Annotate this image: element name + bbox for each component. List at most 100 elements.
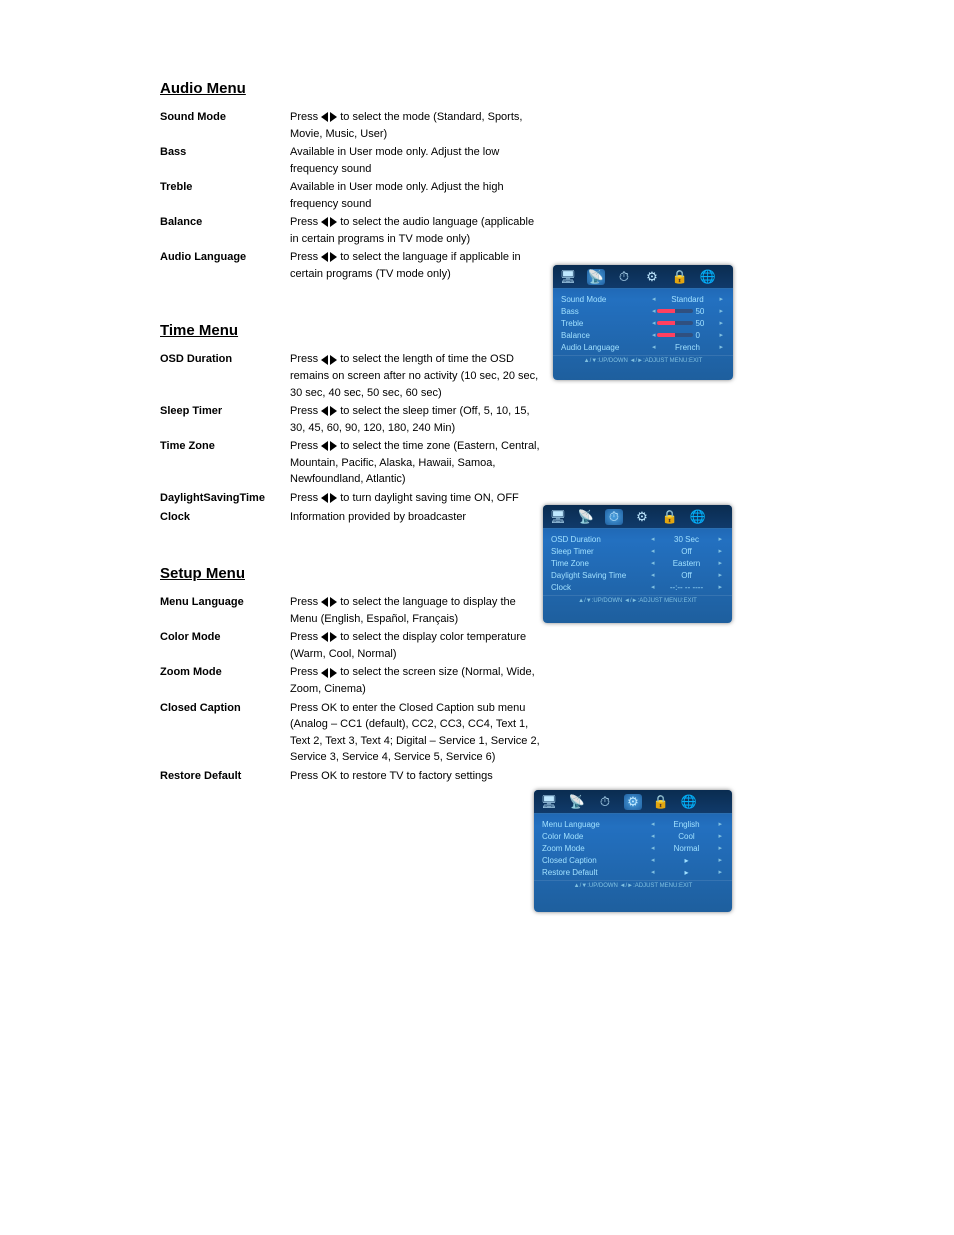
- osd-row: Daylight Saving Time◂Off▸: [551, 569, 724, 581]
- osd-row-value: --:-- -- ----: [656, 583, 716, 592]
- left-right-arrows-icon: [321, 438, 337, 455]
- left-right-arrows-icon: [321, 629, 337, 646]
- osd-row-label: Audio Language: [561, 343, 650, 352]
- right-arrow-icon: ▸: [716, 868, 724, 876]
- globe-icon: 🌐: [699, 269, 717, 285]
- osd-row-label: Bass: [561, 307, 650, 316]
- right-arrow-icon: ▸: [716, 583, 724, 591]
- menu-item-label: Sound Mode: [160, 109, 290, 142]
- left-arrow-icon: ◂: [649, 820, 657, 828]
- clock-icon: ⏱: [596, 794, 614, 810]
- clock-icon: ⏱: [605, 509, 623, 525]
- right-arrow-icon: ▸: [716, 820, 724, 828]
- left-right-arrows-icon: [321, 249, 337, 266]
- osd-row: Restore Default◂▸▸: [542, 866, 724, 878]
- left-arrow-icon: ◂: [649, 832, 657, 840]
- dish-icon: 📡: [587, 269, 605, 285]
- left-arrow-icon: ◂: [649, 868, 657, 876]
- menu-item-row: Sound ModePress to select the mode (Stan…: [160, 109, 834, 142]
- menu-section: Setup MenuMenu LanguagePress to select t…: [160, 565, 834, 784]
- menu-item-desc: Press to select the screen size (Normal,…: [290, 664, 540, 697]
- osd-row-value: ▸: [656, 868, 716, 877]
- left-right-arrows-icon: [321, 214, 337, 231]
- osd-footer: ▲/▼:UP/DOWN ◄/►:ADJUST MENU:EXIT: [553, 355, 733, 368]
- osd-row-label: Zoom Mode: [542, 844, 649, 853]
- left-right-arrows-icon: [321, 664, 337, 681]
- menu-item-row: Sleep TimerPress to select the sleep tim…: [160, 403, 834, 436]
- menu-item-label: Closed Caption: [160, 700, 290, 766]
- gear-icon: ⚙: [624, 794, 642, 810]
- menu-item-row: TrebleAvailable in User mode only. Adjus…: [160, 179, 834, 212]
- osd-row-value: Eastern: [656, 559, 716, 568]
- page-content: Audio MenuSound ModePress to select the …: [0, 0, 954, 864]
- monitor-icon: 🖥: [549, 509, 567, 525]
- menu-item-desc: Press to select the sleep timer (Off, 5,…: [290, 403, 540, 436]
- right-arrow-icon: ▸: [717, 319, 725, 327]
- menu-item-desc: Press to select the length of time the O…: [290, 351, 540, 401]
- menu-item-label: Sleep Timer: [160, 403, 290, 436]
- menu-item-desc: Press to select the time zone (Eastern, …: [290, 438, 540, 488]
- menu-item-desc: Press to select the language to display …: [290, 594, 540, 627]
- right-arrow-icon: ▸: [716, 856, 724, 864]
- right-arrow-icon: ▸: [717, 307, 725, 315]
- osd-row-value: Cool: [656, 832, 716, 841]
- osd-row: Sleep Timer◂Off▸: [551, 545, 724, 557]
- osd-row-label: Closed Caption: [542, 856, 649, 865]
- left-arrow-icon: ◂: [650, 331, 658, 339]
- menu-item-desc: Press to select the mode (Standard, Spor…: [290, 109, 540, 142]
- osd-row-value: English: [656, 820, 716, 829]
- menu-item-desc: Press to turn daylight saving time ON, O…: [290, 490, 540, 507]
- left-arrow-icon: ◂: [649, 844, 657, 852]
- menu-item-row: Color ModePress to select the display co…: [160, 629, 834, 662]
- menu-item-label: Zoom Mode: [160, 664, 290, 697]
- osd-row: Time Zone◂Eastern▸: [551, 557, 724, 569]
- osd-row-label: Balance: [561, 331, 650, 340]
- left-arrow-icon: ◂: [649, 583, 657, 591]
- osd-row: Zoom Mode◂Normal▸: [542, 842, 724, 854]
- left-arrow-icon: ◂: [650, 307, 658, 315]
- left-right-arrows-icon: [321, 351, 337, 368]
- lock-icon: 🔒: [671, 269, 689, 285]
- menu-item-label: Balance: [160, 214, 290, 247]
- osd-row-value: French: [657, 343, 717, 352]
- right-arrow-icon: ▸: [716, 832, 724, 840]
- right-arrow-icon: ▸: [717, 295, 725, 303]
- menu-item-row: Closed CaptionPress OK to enter the Clos…: [160, 700, 834, 766]
- section-title: Audio Menu: [160, 80, 834, 97]
- menu-item-label: Audio Language: [160, 249, 290, 282]
- osd-row: Sound Mode◂Standard▸: [561, 293, 725, 305]
- osd-row-value: 30 Sec: [656, 535, 716, 544]
- menu-item-desc: Press OK to restore TV to factory settin…: [290, 768, 540, 785]
- menu-item-label: Restore Default: [160, 768, 290, 785]
- osd-tab-bar: 🖥📡⏱⚙🔒🌐: [553, 265, 733, 289]
- left-right-arrows-icon: [321, 490, 337, 507]
- time-menu-screenshot: 🖥📡⏱⚙🔒🌐 OSD Duration◂30 Sec▸Sleep Timer◂O…: [543, 505, 732, 623]
- left-right-arrows-icon: [321, 109, 337, 126]
- menu-item-label: OSD Duration: [160, 351, 290, 401]
- right-arrow-icon: ▸: [717, 331, 725, 339]
- osd-row: OSD Duration◂30 Sec▸: [551, 533, 724, 545]
- menu-item-desc: Available in User mode only. Adjust the …: [290, 144, 540, 177]
- lock-icon: 🔒: [652, 794, 670, 810]
- osd-tab-bar: 🖥📡⏱⚙🔒🌐: [534, 790, 732, 814]
- left-arrow-icon: ◂: [650, 343, 658, 351]
- osd-row: Audio Language◂French▸: [561, 341, 725, 353]
- globe-icon: 🌐: [689, 509, 707, 525]
- osd-row: Balance◂0▸: [561, 329, 725, 341]
- osd-row-label: Time Zone: [551, 559, 649, 568]
- osd-row-value: Off: [656, 547, 716, 556]
- right-arrow-icon: ▸: [716, 571, 724, 579]
- osd-tab-bar: 🖥📡⏱⚙🔒🌐: [543, 505, 732, 529]
- osd-row-label: OSD Duration: [551, 535, 649, 544]
- menu-item-desc: Press to select the display color temper…: [290, 629, 540, 662]
- menu-item-label: Clock: [160, 509, 290, 526]
- menu-section: Audio Menu Sound ModePress to select the …: [160, 80, 834, 282]
- menu-item-label: Time Zone: [160, 438, 290, 488]
- monitor-icon: 🖥: [540, 794, 558, 810]
- lock-icon: 🔒: [661, 509, 679, 525]
- right-arrow-icon: ▸: [716, 844, 724, 852]
- menu-item-row: Zoom ModePress to select the screen size…: [160, 664, 834, 697]
- left-right-arrows-icon: [321, 403, 337, 420]
- osd-row-value: 50: [657, 319, 717, 328]
- globe-icon: 🌐: [680, 794, 698, 810]
